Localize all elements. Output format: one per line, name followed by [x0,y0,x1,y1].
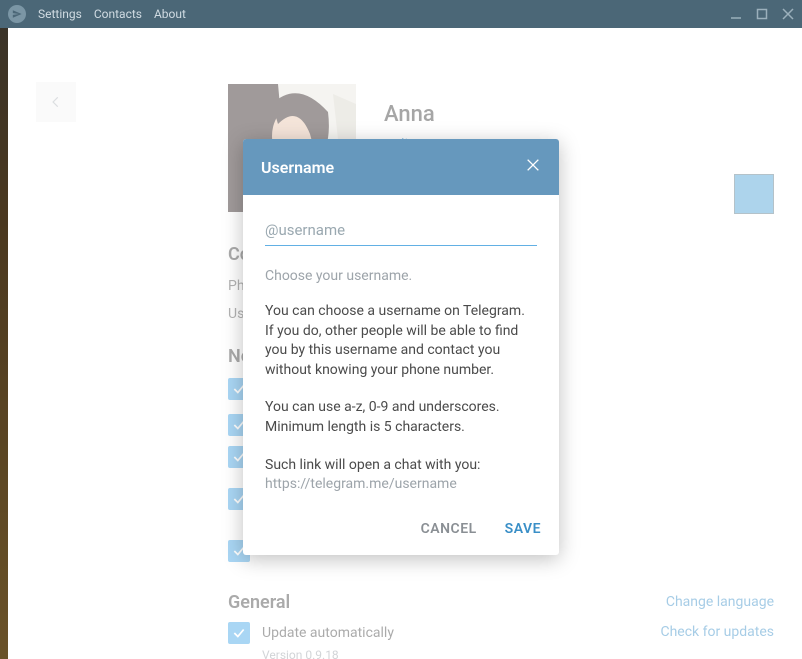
left-gutter [0,28,8,659]
menu-settings[interactable]: Settings [38,7,82,21]
modal-title: Username [261,158,334,177]
modal-paragraph-3: Such link will open a chat with you: [265,456,537,476]
modal-paragraph-1: You can choose a username on Telegram. I… [265,302,537,380]
menu-contacts[interactable]: Contacts [94,7,142,21]
modal-paragraph-2: You can use a-z, 0-9 and underscores. Mi… [265,398,537,437]
modal-hint: Choose your username. [265,268,537,284]
title-bar: Settings Contacts About [0,0,802,28]
modal-link-example: https://telegram.me/username [265,475,537,495]
save-button[interactable]: SAVE [505,521,541,537]
cancel-button[interactable]: CANCEL [421,521,477,537]
app-icon [8,5,26,23]
menu-about[interactable]: About [154,7,186,21]
username-modal: Username Choose your username. You can c… [243,139,559,555]
close-icon[interactable] [525,157,541,177]
maximize-icon[interactable] [756,8,768,20]
minimize-icon[interactable] [730,8,742,20]
close-window-icon[interactable] [782,8,794,20]
username-input[interactable] [265,217,537,246]
